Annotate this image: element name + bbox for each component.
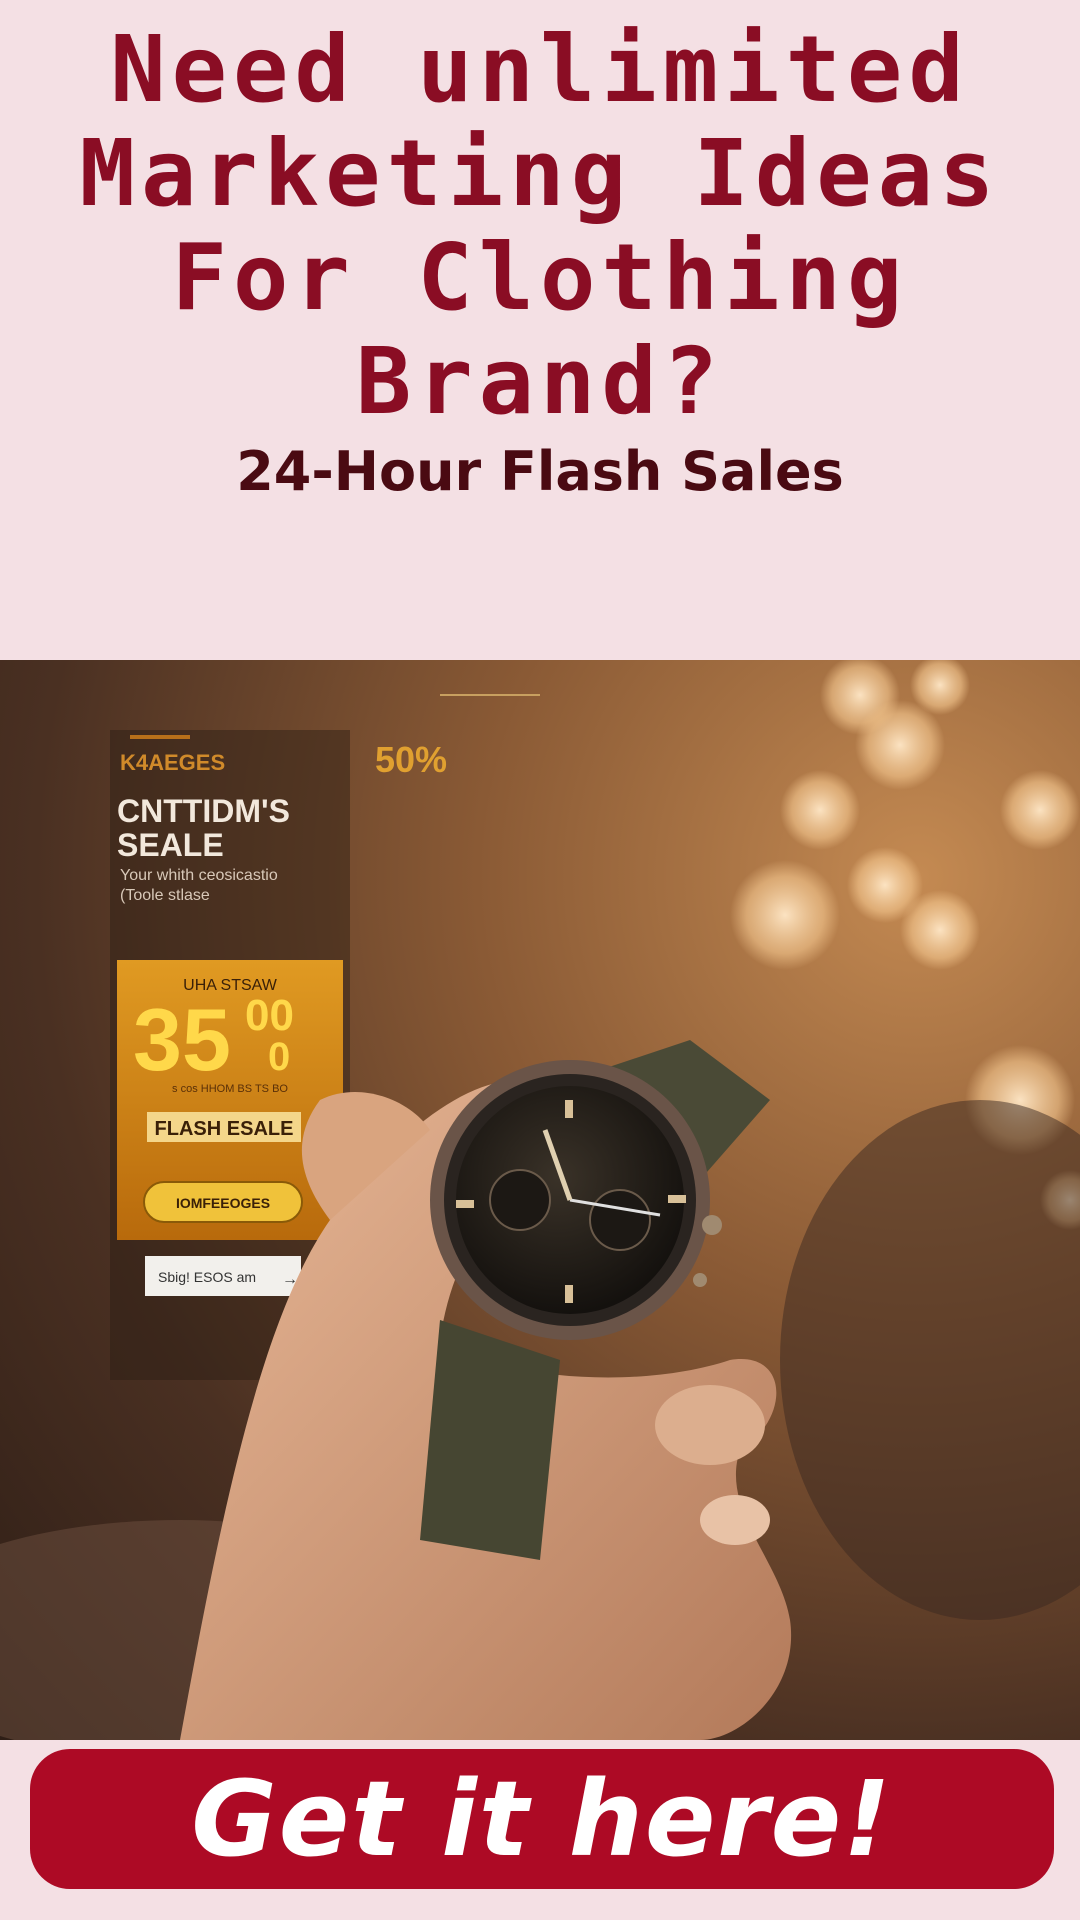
ad-badge: K4AEGES <box>120 750 225 775</box>
product-photo: K4AEGES 50% CNTTIDM'S SEALE Your whith c… <box>0 660 1080 1740</box>
blurred-shadow <box>780 1100 1080 1620</box>
ad-input-text: Sbig! ESOS am <box>158 1269 256 1285</box>
price-main: 35 <box>133 990 231 1089</box>
get-it-here-button[interactable]: Get it here! <box>30 1749 1054 1889</box>
ad-title-line-2: SEALE <box>117 827 224 863</box>
shop-button-label: IOMFEEOGES <box>176 1195 270 1211</box>
ad-title-line-1: CNTTIDM'S <box>117 793 290 829</box>
badge-line <box>130 735 190 739</box>
headline-line-1: Need unlimited <box>110 16 970 123</box>
price-suffix-bottom: 0 <box>268 1035 290 1079</box>
price-small-print: s cos HHOM BS TS BO <box>172 1083 288 1095</box>
price-suffix-top: 00 <box>245 991 294 1040</box>
ad-tagline-line-1: Your whith ceosicastio <box>120 867 278 884</box>
ad-tagline-line-2: (Toole stlase <box>120 887 210 904</box>
photo-illustration: K4AEGES 50% CNTTIDM'S SEALE Your whith c… <box>0 660 1080 1740</box>
headline-line-2: Marketing Ideas <box>79 120 1001 227</box>
flash-label: FLASH ESALE <box>155 1118 294 1140</box>
headline: Need unlimited Marketing Ideas For Cloth… <box>0 18 1080 434</box>
ad-discount: 50% <box>375 739 447 780</box>
headline-line-4: Brand? <box>355 328 725 435</box>
headline-line-3: For Clothing <box>171 224 909 331</box>
subheadline: 24-Hour Flash Sales <box>236 440 844 503</box>
